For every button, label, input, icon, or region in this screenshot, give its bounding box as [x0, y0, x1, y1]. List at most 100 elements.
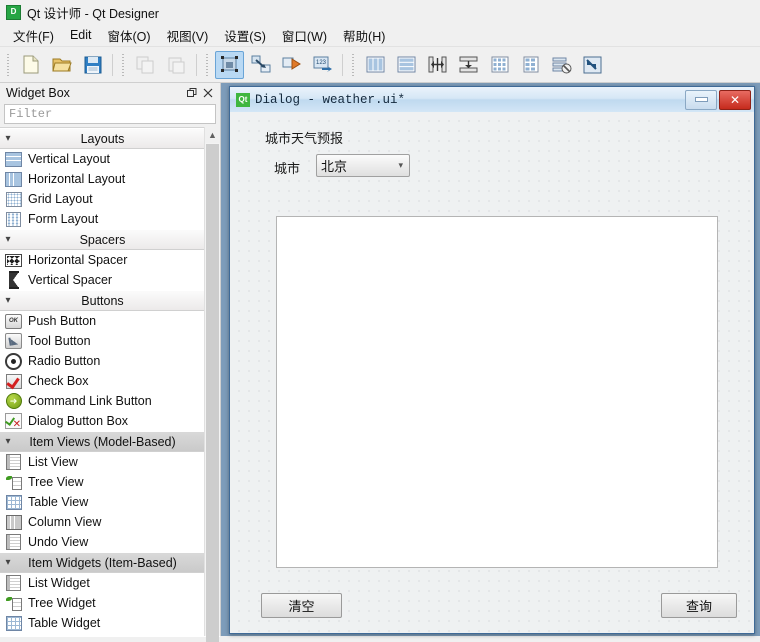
grid-layout-icon: [5, 191, 22, 207]
open-folder-icon[interactable]: [47, 51, 76, 79]
widget-item-table-widget[interactable]: Table Widget: [0, 613, 205, 633]
widget-item-tree-widget[interactable]: Tree Widget: [0, 593, 205, 613]
widget-item-push-button[interactable]: OK Push Button: [0, 311, 205, 331]
break-layout-icon[interactable]: [547, 51, 576, 79]
title-bar: D Qt 设计师 - Qt Designer: [0, 0, 760, 24]
paste-icon[interactable]: [162, 51, 191, 79]
widget-item-grid-layout[interactable]: Grid Layout: [0, 189, 205, 209]
close-icon[interactable]: [200, 85, 216, 101]
layout-splitter-vertical-icon[interactable]: [454, 51, 483, 79]
city-label[interactable]: 城市: [274, 158, 300, 177]
menu-settings[interactable]: 设置(S): [216, 24, 274, 47]
widget-item-table-view[interactable]: Table View: [0, 492, 205, 512]
menu-edit[interactable]: Edit: [62, 26, 100, 44]
layout-grid-icon[interactable]: [485, 51, 514, 79]
filter-placeholder: Filter: [9, 107, 53, 121]
widget-item-dialog-button-box[interactable]: Dialog Button Box: [0, 411, 205, 431]
city-combobox-value: 北京: [321, 159, 348, 174]
float-dock-icon[interactable]: [184, 85, 200, 101]
layout-vertical-icon[interactable]: [392, 51, 421, 79]
menu-help[interactable]: 帮助(H): [335, 24, 393, 47]
layout-form-icon[interactable]: [516, 51, 545, 79]
table-widget-icon: [5, 615, 22, 631]
svg-text:123: 123: [316, 60, 327, 66]
form-editor-area: Qt Dialog - weather.ui* ✕ 城市天气预报 城市 北京 ▾…: [221, 83, 760, 636]
widget-item-label: Tree View: [28, 475, 84, 489]
widget-item-label: List Widget: [28, 576, 90, 590]
chevron-down-icon: ▾: [5, 436, 11, 447]
query-button[interactable]: 查询: [661, 593, 737, 618]
toolbar-grip[interactable]: [350, 53, 357, 76]
adjust-size-icon[interactable]: [578, 51, 607, 79]
edit-buddies-icon[interactable]: [277, 51, 306, 79]
category-item-widgets[interactable]: ▾ Item Widgets (Item-Based): [0, 552, 205, 573]
widget-item-tree-view[interactable]: Tree View: [0, 472, 205, 492]
save-icon[interactable]: [78, 51, 107, 79]
dialog-button-box-icon: [5, 413, 22, 430]
table-view-icon: [5, 494, 22, 510]
widget-item-list-widget[interactable]: List Widget: [0, 573, 205, 593]
widget-item-radio-button[interactable]: Radio Button: [0, 351, 205, 371]
edit-tab-order-icon[interactable]: 123: [308, 51, 337, 79]
menu-view[interactable]: 视图(V): [159, 24, 217, 47]
widget-tree[interactable]: ▾ Layouts Vertical Layout Horizontal Lay…: [0, 127, 220, 637]
widget-item-form-layout[interactable]: Form Layout: [0, 209, 205, 229]
widget-item-label: Command Link Button: [28, 394, 152, 408]
clear-button[interactable]: 清空: [261, 593, 342, 618]
check-box-icon: [5, 373, 22, 389]
toolbar-grip[interactable]: [120, 53, 127, 76]
chevron-up-icon[interactable]: ▲: [205, 127, 220, 143]
form-layout-icon: [5, 211, 22, 227]
weather-heading-label[interactable]: 城市天气预报: [265, 128, 343, 147]
filter-input[interactable]: Filter: [4, 104, 216, 124]
dialog-canvas[interactable]: 城市天气预报 城市 北京 ▾ 清空 查询: [230, 112, 754, 633]
toolbar-separator: [112, 53, 113, 76]
scrollbar-thumb[interactable]: [206, 144, 219, 642]
new-file-icon[interactable]: [16, 51, 45, 79]
menu-window[interactable]: 窗口(W): [274, 24, 335, 47]
toolbar-grip[interactable]: [5, 53, 12, 76]
widget-item-horizontal-layout[interactable]: Horizontal Layout: [0, 169, 205, 189]
widget-item-label: Form Layout: [28, 212, 99, 226]
widget-item-check-box[interactable]: Check Box: [0, 371, 205, 391]
qt-designer-logo-icon: D: [6, 4, 21, 20]
widget-item-tool-button[interactable]: Tool Button: [0, 331, 205, 351]
widget-item-horizontal-spacer[interactable]: Horizontal Spacer: [0, 250, 205, 270]
widget-box-dock: Widget Box Filter ▾ Layouts Vertical Lay…: [0, 83, 221, 642]
menu-file[interactable]: 文件(F): [5, 24, 62, 47]
category-spacers[interactable]: ▾ Spacers: [0, 229, 205, 250]
dialog-title: Dialog - weather.ui*: [255, 92, 406, 107]
widget-item-vertical-layout[interactable]: Vertical Layout: [0, 149, 205, 169]
toolbar-grip[interactable]: [204, 53, 211, 76]
category-buttons[interactable]: ▾ Buttons: [0, 290, 205, 311]
widget-box-scrollbar[interactable]: ▲: [204, 127, 220, 642]
menu-form[interactable]: 窗体(O): [100, 24, 159, 47]
copy-icon[interactable]: [131, 51, 160, 79]
widget-item-command-link-button[interactable]: ➜ Command Link Button: [0, 391, 205, 411]
widget-box-title-bar: Widget Box: [0, 83, 220, 103]
widget-item-vertical-spacer[interactable]: Vertical Spacer: [0, 270, 205, 290]
vertical-layout-icon: [5, 151, 22, 167]
category-label: Buttons: [81, 293, 124, 308]
widget-item-label: Dialog Button Box: [28, 414, 129, 428]
layout-horizontal-icon[interactable]: [361, 51, 390, 79]
chevron-down-icon: ▾: [398, 160, 403, 170]
widget-item-list-view[interactable]: List View: [0, 452, 205, 472]
weather-result-textarea[interactable]: [276, 216, 718, 568]
category-layouts[interactable]: ▾ Layouts: [0, 128, 205, 149]
layout-splitter-horizontal-icon[interactable]: [423, 51, 452, 79]
category-item-views[interactable]: ▾ Item Views (Model-Based): [0, 431, 205, 452]
edit-signals-slots-icon[interactable]: [246, 51, 275, 79]
edit-widgets-icon[interactable]: [215, 50, 244, 79]
widget-item-column-view[interactable]: Column View: [0, 512, 205, 532]
widget-item-label: Horizontal Layout: [28, 172, 126, 186]
minimize-icon[interactable]: [685, 89, 717, 110]
chevron-down-icon: ▾: [5, 557, 11, 568]
widget-item-label: Tool Button: [28, 334, 91, 348]
widget-item-undo-view[interactable]: Undo View: [0, 532, 205, 552]
close-icon[interactable]: ✕: [719, 89, 751, 110]
city-combobox[interactable]: 北京 ▾: [316, 154, 410, 177]
category-label: Item Widgets (Item-Based): [28, 555, 177, 570]
vertical-spacer-icon: [5, 271, 22, 289]
dialog-title-bar[interactable]: Qt Dialog - weather.ui* ✕: [230, 87, 754, 113]
